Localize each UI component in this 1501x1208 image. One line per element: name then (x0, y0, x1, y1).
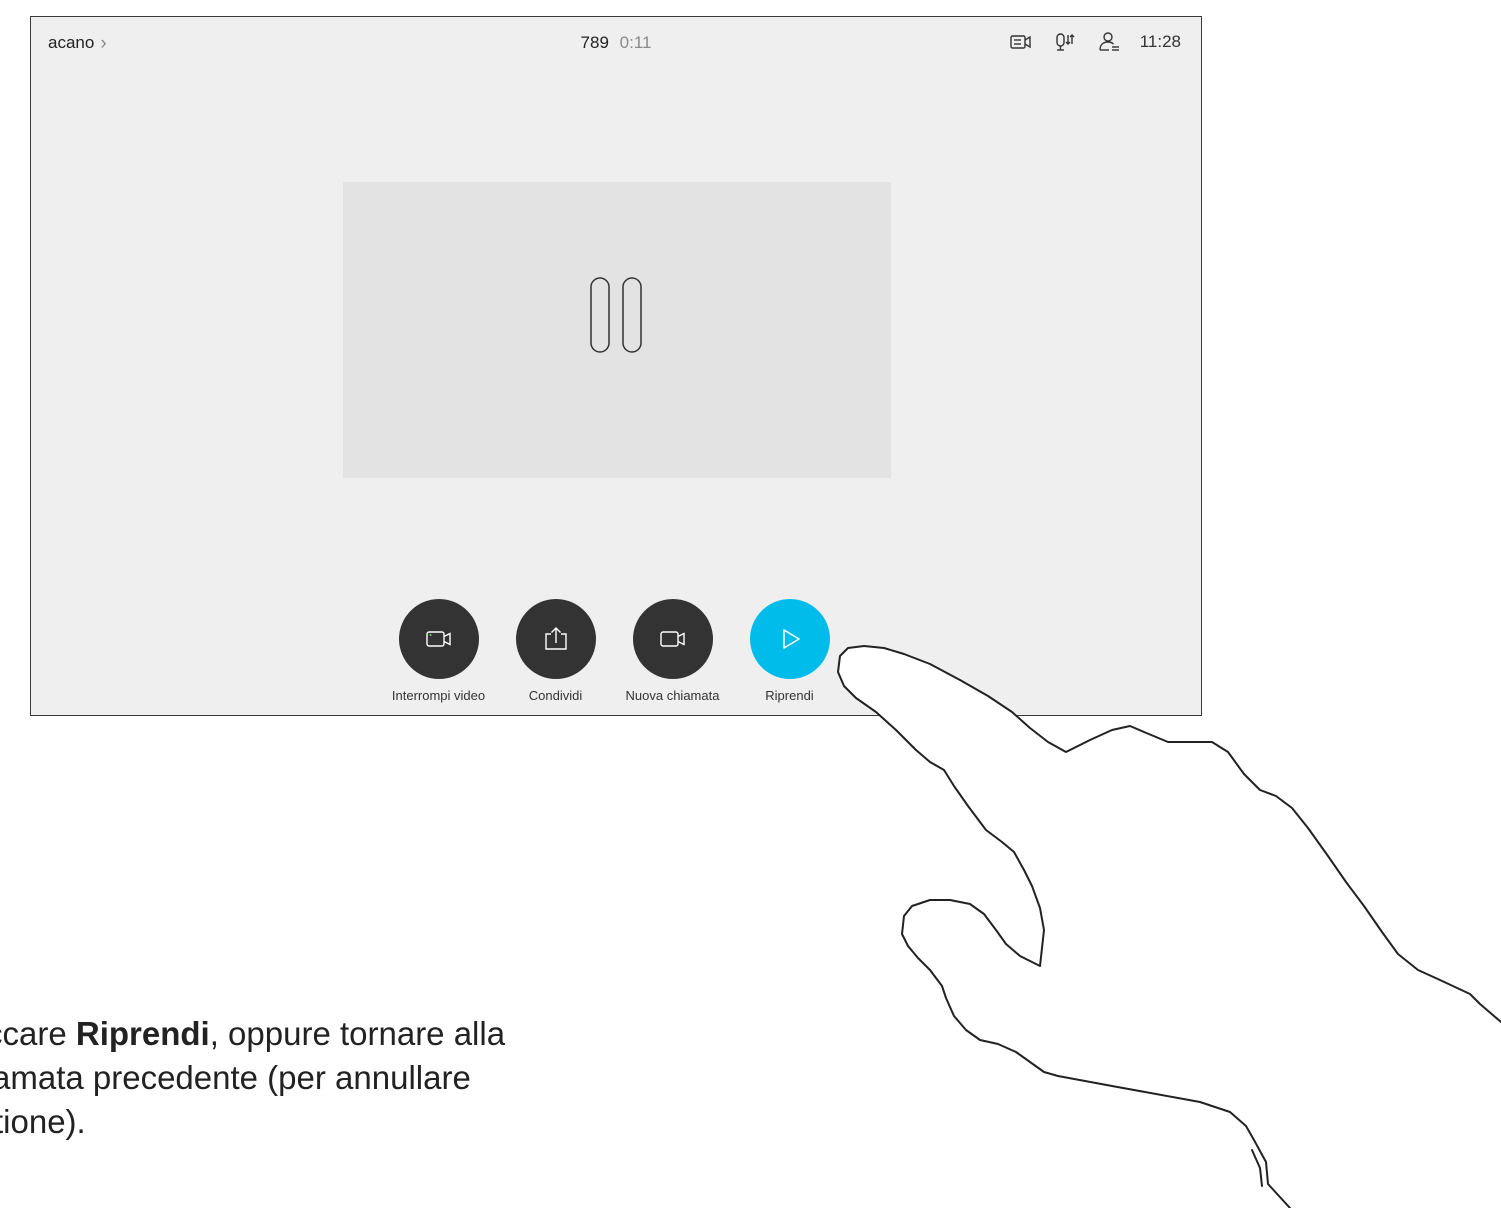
control-label: Interrompi video (391, 688, 486, 703)
share-button-circle[interactable] (515, 599, 596, 679)
share-button[interactable]: Condividi (497, 599, 614, 703)
call-number: 789 (580, 33, 609, 52)
new-call-button-circle[interactable] (632, 599, 713, 679)
caption-line-2: amata precedente (per annullare (0, 1059, 471, 1096)
presentation-icon[interactable] (1008, 29, 1034, 55)
control-label: Nuova chiamata (625, 688, 720, 703)
touch-panel-screen: acano › 789 0:11 11:28 Interrompi video … (30, 16, 1202, 716)
pointing-hand-illustration (837, 645, 1501, 1208)
status-area: 11:28 (990, 29, 1181, 55)
participants-icon[interactable] (1096, 29, 1122, 55)
caption-line-1: ccare Riprendi, oppure tornare alla (0, 1012, 900, 1056)
control-label: Riprendi (765, 688, 814, 703)
stop-video-button[interactable]: Interrompi video (380, 599, 497, 703)
caption-text: ccare (0, 1015, 67, 1052)
call-duration: 0:11 (619, 33, 652, 52)
caption-line-3: tione). (0, 1103, 86, 1140)
top-bar: acano › 789 0:11 11:28 (31, 17, 1201, 73)
caption-bold-term: Riprendi (75, 1015, 210, 1052)
instruction-caption: ccare Riprendi, oppure tornare alla amat… (0, 1012, 900, 1144)
caption-text: , oppure tornare alla (209, 1015, 506, 1052)
on-hold-preview (343, 182, 891, 478)
share-icon (544, 627, 567, 650)
new-call-button[interactable]: Nuova chiamata (614, 599, 731, 703)
microphone-icon[interactable] (1052, 29, 1078, 55)
stop-video-button-circle[interactable] (398, 599, 479, 679)
stop-video-camera-icon (425, 631, 451, 647)
resume-button-circle[interactable] (749, 599, 830, 679)
control-label: Condividi (528, 688, 583, 703)
pause-icon (590, 277, 642, 353)
video-camera-icon (659, 631, 685, 647)
play-icon (782, 629, 800, 649)
clock: 11:28 (1139, 32, 1181, 51)
call-controls: Interrompi video Condividi Nuova chiamat… (380, 599, 848, 703)
